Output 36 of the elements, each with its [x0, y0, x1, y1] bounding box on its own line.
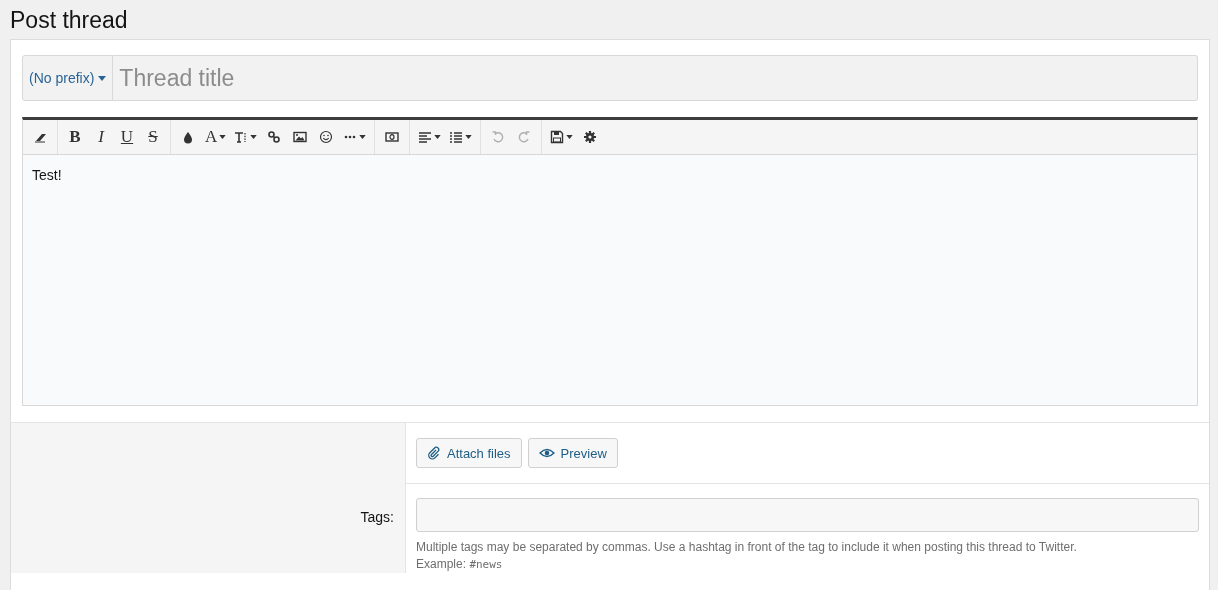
tags-field[interactable]: [416, 498, 1199, 532]
redo-icon: [517, 130, 532, 144]
thread-title-field[interactable]: Thread title: [113, 55, 1198, 101]
caret-icon: [465, 135, 473, 139]
list-icon: [449, 130, 464, 144]
settings-icon: [583, 130, 598, 144]
prefix-dropdown[interactable]: (No prefix): [22, 55, 114, 101]
caret-icon: [98, 75, 107, 81]
attach-files-button[interactable]: Attach files: [416, 438, 522, 468]
align-icon: [418, 130, 433, 144]
page-title: Post thread: [9, 6, 129, 35]
tags-label: Tags:: [360, 509, 394, 525]
caret-icon: [566, 135, 574, 139]
editor-body[interactable]: Test!: [23, 155, 1197, 405]
toolbar-button[interactable]: B: [62, 122, 88, 152]
caret-icon: [359, 135, 367, 139]
link-icon: [267, 130, 282, 144]
droplet-icon: [181, 130, 195, 144]
save-icon: [550, 130, 565, 144]
toolbar-button[interactable]: A: [201, 122, 231, 152]
caret-icon: [434, 135, 442, 139]
image-icon: [293, 130, 308, 144]
editor-text: Test!: [32, 167, 62, 183]
eye-icon: [538, 446, 555, 460]
toolbar-button[interactable]: S: [140, 122, 166, 152]
toolbar-button[interactable]: U: [114, 122, 140, 152]
caret-icon: [219, 135, 227, 139]
tags-hint: Multiple tags may be separated by commas. Use a hashtag in front of the tag to include it when posting this thread to Twitter. Example: #news: [416, 539, 1078, 573]
paperclip-icon: [427, 446, 441, 460]
caret-icon: [250, 135, 258, 139]
media-icon: [385, 130, 400, 144]
undo-icon: [491, 130, 506, 144]
text-height-icon: [234, 130, 249, 144]
preview-button[interactable]: Preview: [527, 438, 618, 468]
toolbar-button[interactable]: I: [88, 122, 114, 152]
smiley-icon: [319, 130, 334, 144]
